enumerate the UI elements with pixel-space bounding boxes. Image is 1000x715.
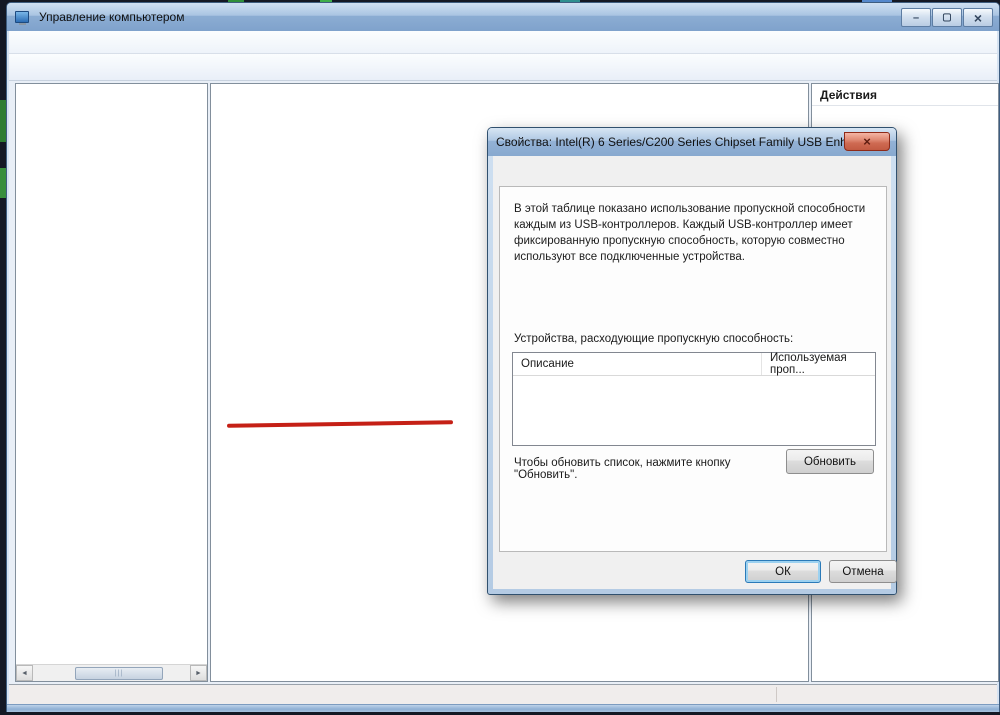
bandwidth-description: В этой таблице показано использование пр… — [514, 201, 874, 265]
table-header: Описание Используемая проп... — [513, 353, 875, 376]
window-titlebar[interactable]: Управление компьютером — [7, 3, 999, 31]
maximize-button[interactable] — [932, 8, 962, 27]
minimize-button[interactable] — [901, 8, 931, 27]
status-bar — [9, 684, 997, 704]
console-tree — [16, 84, 207, 88]
usb-properties-dialog: Свойства: Intel(R) 6 Series/C200 Series … — [487, 127, 897, 595]
close-button[interactable] — [963, 8, 993, 27]
scroll-right-button[interactable]: ► — [190, 665, 207, 681]
window-title: Управление компьютером — [39, 10, 184, 24]
column-header-bandwidth[interactable]: Используемая проп... — [761, 353, 875, 375]
scroll-left-button[interactable]: ◄ — [16, 665, 33, 681]
dialog-titlebar[interactable]: Свойства: Intel(R) 6 Series/C200 Series … — [488, 128, 896, 156]
window-bottom-frame — [7, 704, 999, 712]
bandwidth-table-label: Устройства, расходующие пропускную спосо… — [514, 333, 793, 345]
console-tree-pane: ◄ ||| ► — [15, 83, 208, 682]
refresh-button[interactable]: Обновить — [786, 449, 874, 474]
advanced-tab-page: В этой таблице показано использование пр… — [499, 186, 887, 552]
dialog-close-button[interactable]: × — [844, 132, 890, 151]
dialog-body: В этой таблице показано использование пр… — [493, 156, 891, 589]
horizontal-scrollbar[interactable]: ◄ ||| ► — [16, 664, 207, 681]
menu-bar — [9, 31, 997, 54]
screen: { "colors": { "titlebar_blue": "#8fb0d7"… — [0, 0, 1000, 715]
device-tree — [211, 84, 808, 88]
actions-header: Действия — [812, 84, 998, 106]
toolbar — [9, 54, 997, 81]
column-header-description[interactable]: Описание — [513, 358, 761, 370]
scrollbar-thumb[interactable]: ||| — [75, 667, 163, 680]
refresh-hint: Чтобы обновить список, нажмите кнопку "О… — [514, 457, 784, 481]
ok-button[interactable]: ОК — [745, 560, 821, 583]
cancel-button[interactable]: Отмена — [829, 560, 897, 583]
dialog-buttons: ОК Отмена — [493, 560, 891, 585]
app-icon — [15, 11, 29, 23]
dialog-title: Свойства: Intel(R) 6 Series/C200 Series … — [496, 135, 870, 149]
bandwidth-table: Описание Используемая проп... — [512, 352, 876, 446]
